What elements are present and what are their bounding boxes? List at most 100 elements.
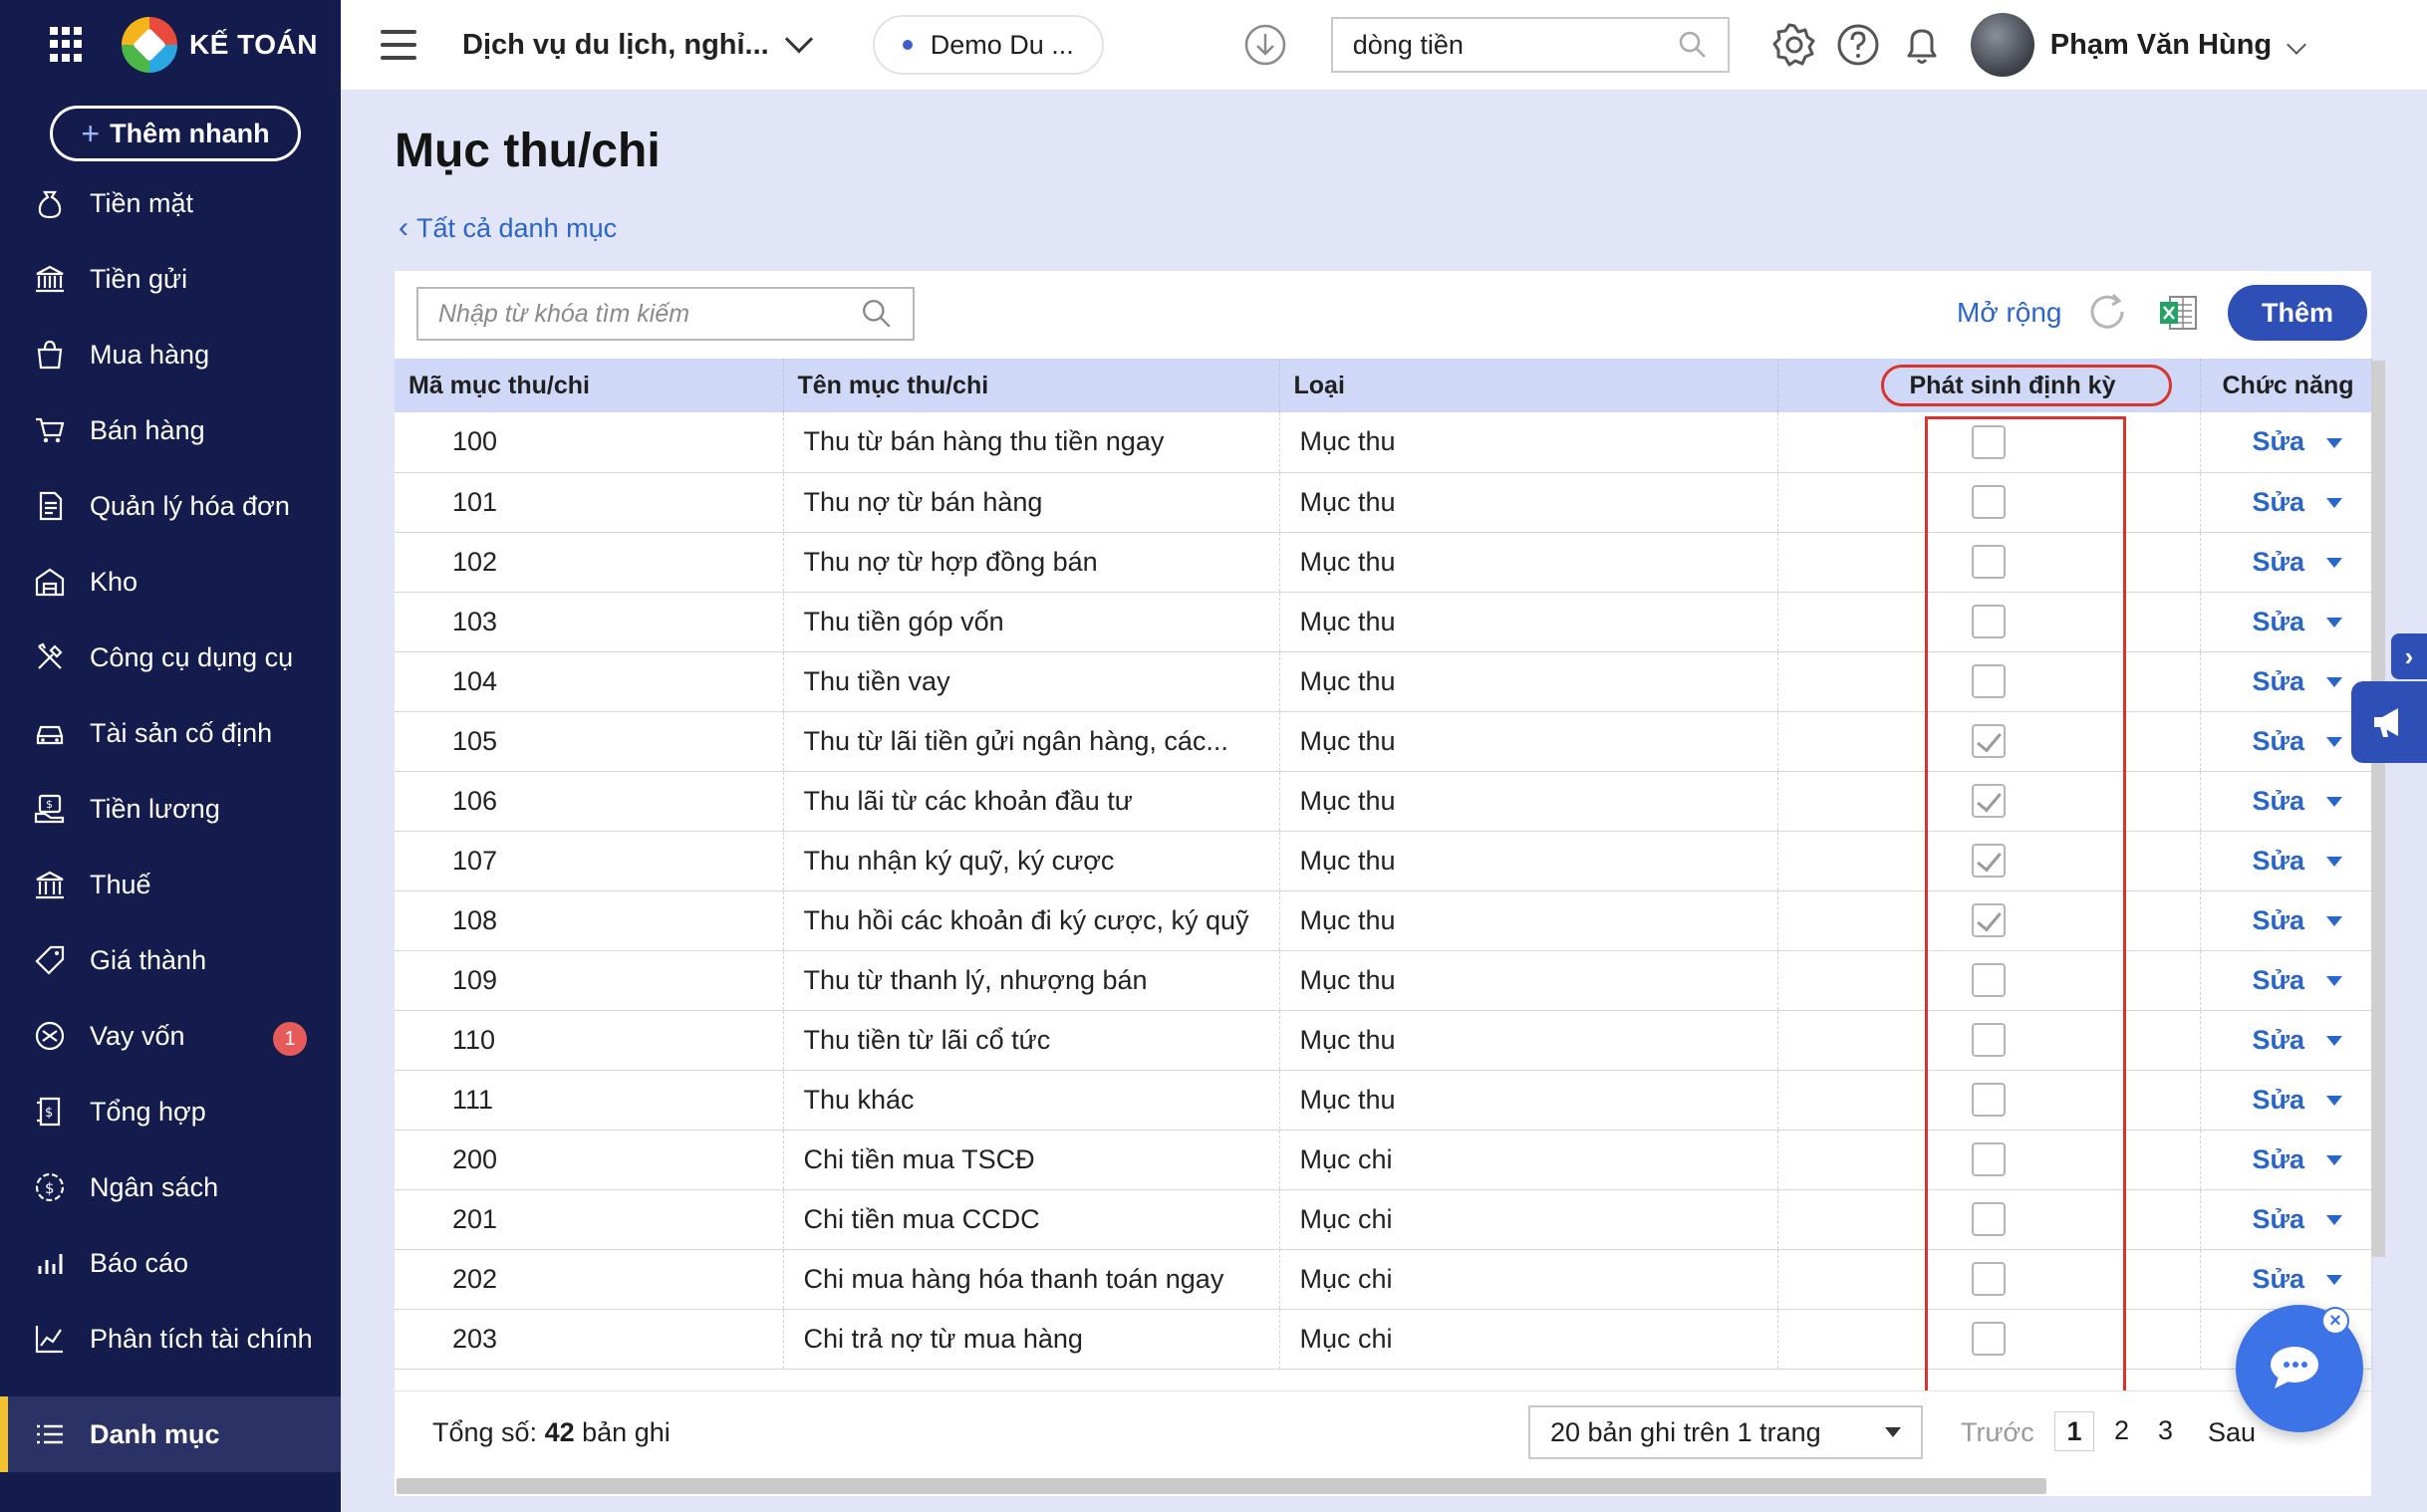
plus-icon: + (81, 115, 101, 151)
cell-action: Sửa (2200, 592, 2372, 652)
sidebar-item-15[interactable]: Phân tích tài chính (0, 1301, 341, 1377)
sidebar-item-active[interactable]: Danh mục (0, 1396, 341, 1472)
edit-link[interactable]: Sửa (2253, 1085, 2305, 1115)
sidebar-item-3[interactable]: Bán hàng (0, 392, 341, 468)
company-selector[interactable]: Dịch vụ du lịch, nghỉ... (462, 25, 813, 62)
sidebar-item-11[interactable]: Vay vốn 1 (0, 998, 341, 1074)
menu-toggle-icon[interactable] (381, 30, 416, 60)
expand-link[interactable]: Mở rộng (1957, 297, 2062, 329)
dropdown-arrow-icon[interactable] (2326, 737, 2343, 748)
dropdown-arrow-icon[interactable] (2326, 438, 2343, 449)
dropdown-arrow-icon[interactable] (2326, 1036, 2343, 1047)
breadcrumb-back-link[interactable]: ‹ Tất cả danh mục (399, 211, 617, 245)
side-panel-toggle-icon[interactable]: › (2391, 633, 2427, 679)
list-search[interactable] (416, 287, 915, 341)
sidebar-item-0[interactable]: Tiền mặt (0, 165, 341, 241)
page-1-button[interactable]: 1 (2054, 1411, 2094, 1451)
edit-link[interactable]: Sửa (2253, 426, 2305, 456)
sidebar-item-1[interactable]: Tiền gửi (0, 241, 341, 317)
next-page-button[interactable]: Sau (2208, 1417, 2256, 1448)
settings-gear-icon[interactable] (1769, 20, 1819, 70)
sidebar-item-9[interactable]: Thuế (0, 847, 341, 922)
sidebar-item-2[interactable]: Mua hàng (0, 317, 341, 392)
cell-action: Sửa (2200, 651, 2372, 712)
sidebar-item-5[interactable]: Kho (0, 544, 341, 620)
app-logo[interactable]: KẾ TOÁN (122, 17, 318, 73)
add-button[interactable]: Thêm (2228, 285, 2367, 341)
column-header-name[interactable]: Tên mục thu/chi (783, 359, 1280, 412)
sidebar-item-6[interactable]: Công cụ dụng cụ (0, 620, 341, 695)
edit-link[interactable]: Sửa (2253, 905, 2305, 935)
dropdown-arrow-icon[interactable] (2326, 498, 2343, 509)
sidebar-item-13[interactable]: $ Ngân sách (0, 1149, 341, 1225)
notification-bell-icon[interactable] (1897, 20, 1947, 70)
download-icon[interactable] (1243, 23, 1287, 67)
edit-link[interactable]: Sửa (2253, 726, 2305, 756)
sidebar-item-14[interactable]: Báo cáo (0, 1225, 341, 1301)
dropdown-arrow-icon[interactable] (2326, 1096, 2343, 1107)
edit-link[interactable]: Sửa (2253, 1204, 2305, 1234)
edit-link[interactable]: Sửa (2253, 487, 2305, 517)
edit-link[interactable]: Sửa (2253, 1264, 2305, 1294)
dropdown-arrow-icon[interactable] (2326, 1155, 2343, 1166)
cell-code: 106 (395, 771, 784, 832)
sidebar-item-8[interactable]: $ Tiền lương (0, 771, 341, 847)
help-icon[interactable] (1833, 20, 1883, 70)
column-header-code[interactable]: Mã mục thu/chi (395, 359, 784, 412)
chat-close-icon[interactable]: × (2321, 1307, 2349, 1335)
global-search-input[interactable] (1352, 29, 1652, 61)
prev-page-button[interactable]: Trước (1961, 1417, 2034, 1448)
dropdown-arrow-icon[interactable] (2326, 558, 2343, 569)
database-selector[interactable]: Demo Du ... (872, 15, 1104, 75)
edit-link[interactable]: Sửa (2253, 786, 2305, 816)
sidebar-item-12[interactable]: $ Tổng hợp (0, 1074, 341, 1149)
dropdown-arrow-icon[interactable] (2326, 677, 2343, 688)
cell-action: Sửa (2200, 1070, 2372, 1131)
dropdown-arrow-icon[interactable] (2326, 1275, 2343, 1286)
sidebar-nav: Tiền mặt Tiền gửi Mua hàng Bán hàng Quản lý … (0, 165, 341, 1472)
page-size-select[interactable]: 20 bản ghi trên 1 trang (1528, 1405, 1923, 1459)
edit-link[interactable]: Sửa (2253, 666, 2305, 696)
edit-link[interactable]: Sửa (2253, 846, 2305, 876)
report-chart-icon (32, 1245, 68, 1281)
sidebar-item-7[interactable]: Tài sản cố định (0, 695, 341, 771)
sidebar-item-label: Tiền mặt (90, 187, 194, 218)
column-header-type[interactable]: Loại (1279, 359, 1778, 412)
page-3-button[interactable]: 3 (2158, 1415, 2173, 1446)
dropdown-arrow-icon[interactable] (2326, 857, 2343, 868)
search-icon[interactable] (1678, 30, 1708, 60)
cell-code: 111 (395, 1070, 784, 1131)
vertical-scrollbar[interactable] (2371, 361, 2385, 1257)
sidebar-item-10[interactable]: Giá thành (0, 922, 341, 998)
sidebar-item-label: Công cụ dụng cụ (90, 641, 294, 672)
apps-grid-icon[interactable] (50, 27, 86, 63)
list-search-input[interactable] (438, 299, 837, 329)
dropdown-arrow-icon[interactable] (2326, 1215, 2343, 1226)
edit-link[interactable]: Sửa (2253, 607, 2305, 636)
user-name[interactable]: Phạm Văn Hùng (2050, 29, 2272, 62)
sidebar-item-label: Mua hàng (90, 339, 210, 370)
dropdown-arrow-icon[interactable] (2326, 618, 2343, 629)
edit-link[interactable]: Sửa (2253, 1025, 2305, 1055)
sidebar-item-4[interactable]: Quản lý hóa đơn (0, 468, 341, 544)
user-avatar[interactable] (1970, 13, 2034, 77)
edit-link[interactable]: Sửa (2253, 1144, 2305, 1174)
dropdown-arrow-icon[interactable] (2326, 797, 2343, 808)
sidebar-item-label: Tiền lương (90, 793, 220, 824)
dropdown-arrow-icon[interactable] (2326, 916, 2343, 927)
analysis-icon (32, 1321, 68, 1357)
horizontal-scrollbar[interactable] (397, 1478, 2046, 1494)
refresh-icon[interactable] (2084, 289, 2130, 335)
search-icon[interactable] (861, 298, 893, 330)
chevron-down-icon[interactable] (2287, 35, 2307, 55)
edit-link[interactable]: Sửa (2253, 547, 2305, 577)
cell-type: Mục thu (1279, 532, 1778, 593)
dropdown-arrow-icon[interactable] (2326, 976, 2343, 987)
quick-add-button[interactable]: + Thêm nhanh (50, 106, 301, 161)
page-2-button[interactable]: 2 (2114, 1415, 2129, 1446)
cell-type: Mục thu (1279, 831, 1778, 891)
edit-link[interactable]: Sửa (2253, 965, 2305, 995)
excel-export-icon[interactable] (2156, 291, 2200, 335)
announcement-megaphone-icon[interactable] (2351, 681, 2427, 763)
global-search[interactable] (1330, 17, 1730, 73)
